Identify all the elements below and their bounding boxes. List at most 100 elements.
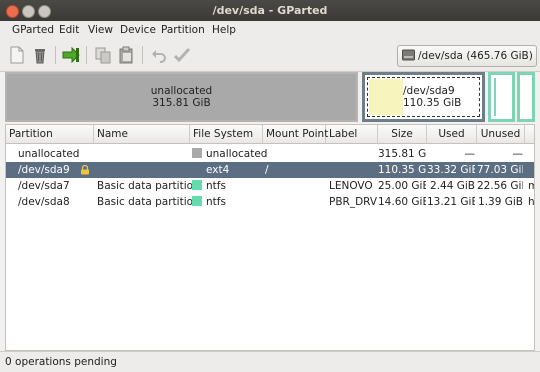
cell-name: Basic data partition (97, 194, 200, 210)
cell-used: 2.44 GiB (427, 178, 475, 194)
cell-unused: 77.03 GiB (477, 162, 523, 178)
device-size: (465.76 GiB) (466, 50, 533, 62)
cell-partition: unallocated (18, 146, 79, 162)
column-size[interactable]: Size (378, 125, 427, 143)
status-bar: 0 operations pending (0, 351, 540, 372)
copy-icon[interactable] (94, 46, 112, 64)
table-row[interactable]: /dev/sda8 Basic data partition ntfs PBR_DRV… (6, 194, 535, 210)
cell-size: 315.81 GiB (378, 146, 426, 162)
menu-view[interactable]: View (88, 24, 113, 36)
new-icon[interactable] (8, 46, 26, 64)
filesystem-color-swatch (192, 180, 202, 190)
menu-partition[interactable]: Partition (161, 24, 205, 36)
apply-partition-icon[interactable] (62, 46, 80, 64)
cell-name-text: Basic data partition (97, 196, 200, 208)
partition-map-sda8[interactable] (517, 72, 535, 122)
partition-map-unallocated[interactable]: unallocated 315.81 GiB (5, 72, 358, 122)
table-row[interactable]: unallocated unallocated 315.81 GiB — — (6, 146, 534, 162)
cell-partition: /dev/sda7 (18, 178, 70, 194)
cell-size-text: 110.35 GiB (378, 164, 426, 176)
cell-name: Basic data partition (97, 178, 200, 194)
table-header: Partition Name File System Mount Point L… (6, 125, 534, 144)
cell-used-text: 33.32 GiB (427, 164, 475, 176)
status-text: 0 operations pending (5, 356, 117, 368)
menu-edit[interactable]: Edit (59, 24, 79, 36)
cell-partition: /dev/sda8 (18, 194, 70, 210)
cell-unused-text: 1.39 GiB (478, 196, 523, 208)
device-selector[interactable]: /dev/sda (465.76 GiB) (397, 45, 537, 67)
cell-used: 13.21 GiB (427, 194, 475, 210)
menu-bar: GParted Edit View Device Partition Help (0, 21, 540, 41)
cell-file-system: ntfs (192, 194, 226, 210)
cell-file-system-text: ntfs (206, 196, 226, 208)
cell-flags-text: hi (528, 196, 535, 208)
cell-file-system: unallocated (192, 146, 267, 162)
cell-unused: 22.56 GiB (477, 178, 523, 194)
menu-help[interactable]: Help (212, 24, 236, 36)
cell-file-system-text: ntfs (206, 180, 226, 192)
column-file-system[interactable]: File System (190, 125, 263, 143)
cell-size-text: 25.00 GiB (378, 180, 426, 192)
partition-map: unallocated 315.81 GiB /dev/sda9 110.35 … (5, 72, 535, 122)
delete-icon[interactable] (31, 46, 49, 64)
cell-unused: — (477, 146, 524, 162)
cell-used-text: 2.44 GiB (430, 180, 475, 192)
cell-size: 110.35 GiB (378, 162, 426, 178)
device-name: /dev/sda (418, 50, 463, 62)
partition-map-sda7[interactable] (488, 72, 515, 122)
cell-label: LENOVO (329, 178, 373, 194)
paste-icon[interactable] (117, 46, 135, 64)
title-bar: /dev/sda - GParted (0, 0, 540, 21)
cell-partition-text: /dev/sda7 (18, 180, 70, 192)
sda9-label: /dev/sda9 (403, 85, 455, 97)
lock-icon (81, 165, 89, 175)
cell-mount-point-text: / (265, 164, 269, 176)
column-flags[interactable] (525, 125, 534, 143)
cell-flags-text: m (528, 180, 534, 192)
undo-icon[interactable] (150, 46, 168, 64)
sda9-size: 110.35 GiB (403, 97, 462, 109)
cell-unused-text: 22.56 GiB (477, 180, 523, 192)
cell-unused: 1.39 GiB (477, 194, 523, 210)
cell-file-system-text: unallocated (206, 148, 268, 160)
cell-file-system: ext4 (192, 162, 229, 178)
column-used[interactable]: Used (427, 125, 477, 143)
cell-mount-point: / (265, 162, 269, 178)
table-row[interactable]: /dev/sda9 ext4 / 110.35 GiB33.32 GiB77.03 G… (6, 162, 534, 178)
column-partition[interactable]: Partition (6, 125, 94, 143)
filesystem-color-swatch (192, 196, 202, 206)
column-name[interactable]: Name (94, 125, 190, 143)
cell-file-system: ntfs (192, 178, 226, 194)
cell-partition-text: /dev/sda8 (18, 196, 70, 208)
cell-label: PBR_DRV (329, 194, 377, 210)
cell-name-text: Basic data partition (97, 180, 200, 192)
menu-gparted[interactable]: GParted (12, 24, 54, 36)
cell-used: — (427, 146, 476, 162)
cell-size-text: 14.60 GiB (378, 196, 426, 208)
cell-unused-text: — (512, 148, 524, 160)
cell-used-text: 13.21 GiB (427, 196, 475, 208)
partition-table: Partition Name File System Mount Point L… (5, 124, 535, 351)
window-title: /dev/sda - GParted (212, 4, 328, 17)
cell-size-text: 315.81 GiB (378, 148, 426, 160)
apply-icon[interactable] (173, 46, 191, 64)
cell-label-text: LENOVO (329, 180, 373, 192)
filesystem-color-swatch (192, 164, 202, 174)
column-mount-point[interactable]: Mount Point (263, 125, 328, 143)
cell-partition-text: unallocated (18, 148, 80, 160)
unallocated-label: unallocated (150, 85, 213, 97)
cell-partition: /dev/sda9 (18, 162, 70, 178)
menu-device[interactable]: Device (120, 24, 156, 36)
cell-size: 14.60 GiB (378, 194, 426, 210)
cell-flags: hi (528, 194, 535, 210)
cell-partition-text: /dev/sda9 (18, 164, 70, 176)
cell-used-text: — (464, 148, 476, 160)
cell-size: 25.00 GiB (378, 178, 426, 194)
cell-flags: m (528, 178, 534, 194)
cell-file-system-text: ext4 (206, 164, 230, 176)
partition-map-sda9[interactable]: /dev/sda9 110.35 GiB (362, 72, 485, 122)
column-label[interactable]: Label (326, 125, 378, 143)
table-row[interactable]: /dev/sda7 Basic data partition ntfs LENOVO 2… (6, 178, 534, 194)
drive-icon (402, 49, 415, 61)
column-unused[interactable]: Unused (477, 125, 525, 143)
